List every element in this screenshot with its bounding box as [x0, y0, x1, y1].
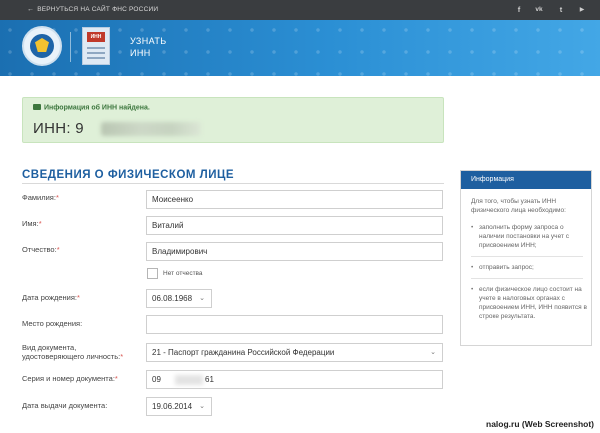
inn-result: ИНН: 9	[33, 120, 84, 137]
doc-number-label-text: Серия и номер документа:	[22, 374, 115, 383]
name-input[interactable]: Виталий	[146, 216, 443, 235]
info-separator	[471, 256, 583, 257]
doc-type-label-line2: удостоверяющего личность:*	[22, 352, 123, 361]
doc-number-input[interactable]: 09 61	[146, 370, 443, 389]
name-label-text: Имя:	[22, 219, 39, 228]
birthdate-value: 06.08.1968	[152, 294, 193, 303]
surname-input[interactable]: Моисеенко	[146, 190, 443, 209]
doc-type-value: 21 - Паспорт гражданина Российской Федер…	[152, 348, 335, 357]
doc-issue-date-select[interactable]: 19.06.2014 ⌄	[146, 397, 212, 416]
info-list: заполнить форму запроса о наличии постан…	[471, 223, 589, 327]
info-separator	[471, 278, 583, 279]
doc-line	[87, 57, 105, 59]
back-link-label: ВЕРНУТЬСЯ НА САЙТ ФНС РОССИИ	[37, 6, 159, 13]
service-header: ИНН УЗНАТЬ ИНН	[0, 20, 600, 76]
surname-label-text: Фамилия:	[22, 193, 56, 202]
info-list-item: заполнить форму запроса о наличии постан…	[471, 223, 589, 250]
required-mark: *	[38, 219, 42, 228]
patronymic-label-text: Отчество:	[22, 245, 57, 254]
inn-doc-badge: ИНН	[87, 32, 105, 42]
doc-line	[87, 52, 105, 54]
alert-message: Информация об ИНН найдена.	[33, 104, 150, 112]
name-label: Имя:*	[22, 219, 42, 228]
required-mark: *	[56, 245, 60, 254]
doc-number-label: Серия и номер документа:*	[22, 374, 118, 383]
required-mark: *	[77, 293, 80, 302]
birthdate-select[interactable]: 06.08.1968 ⌄	[146, 289, 212, 308]
required-mark: *	[114, 374, 118, 383]
vk-icon[interactable]: vk	[533, 0, 545, 20]
doc-issue-date-label: Дата выдачи документа:	[22, 401, 108, 410]
required-mark: *	[120, 352, 124, 361]
birthdate-label-text: Дата рождения:	[22, 293, 77, 302]
no-patronymic-label: Нет отчества	[163, 270, 203, 277]
surname-label: Фамилия:*	[22, 193, 59, 202]
chevron-down-icon: ⌄	[199, 295, 205, 302]
info-panel-title: Информация	[461, 171, 591, 189]
section-title: СВЕДЕНИЯ О ФИЗИЧЕСКОМ ЛИЦЕ	[22, 169, 235, 181]
twitter-icon[interactable]: t	[555, 0, 567, 20]
info-list-item: если физическое лицо состоит на учете в …	[471, 285, 589, 321]
gift-icon	[33, 104, 41, 110]
info-intro: Для того, чтобы узнать ИНН физического л…	[471, 198, 566, 214]
header-divider	[70, 32, 71, 62]
no-patronymic-checkbox[interactable]	[147, 268, 158, 279]
doc-type-label-line1: Вид документа,	[22, 343, 77, 352]
chevron-down-icon: ⌄	[199, 403, 205, 410]
image-credit: nalog.ru (Web Screenshot)	[486, 419, 594, 429]
required-mark: *	[55, 193, 59, 202]
inn-redacted-blur	[101, 122, 201, 136]
inn-found-alert: Информация об ИНН найдена. ИНН: 9	[22, 97, 444, 143]
chevron-down-icon: ⌄	[430, 349, 436, 356]
doc-number-redacted	[175, 375, 203, 385]
doc-line	[87, 47, 105, 49]
youtube-icon[interactable]: ▶	[576, 0, 588, 20]
birthplace-input[interactable]	[146, 315, 443, 334]
facebook-icon[interactable]: f	[513, 0, 525, 20]
back-to-fns-link[interactable]: ← ВЕРНУТЬСЯ НА САЙТ ФНС РОССИИ	[27, 0, 158, 20]
alert-message-text: Информация об ИНН найдена.	[44, 104, 150, 112]
doc-number-end: 61	[205, 375, 214, 384]
doc-type-label: Вид документа, удостоверяющего личность:*	[22, 343, 123, 361]
patronymic-input[interactable]: Владимирович	[146, 242, 443, 261]
patronymic-label: Отчество:*	[22, 245, 60, 254]
doc-type-select[interactable]: 21 - Паспорт гражданина Российской Федер…	[146, 343, 443, 362]
service-title: УЗНАТЬ ИНН	[130, 35, 210, 59]
birthplace-label: Место рождения:	[22, 319, 83, 328]
doc-series-value: 09	[152, 375, 161, 384]
fns-emblem-logo[interactable]	[22, 26, 62, 66]
doc-type-label-line2-text: удостоверяющего личность:	[22, 352, 121, 361]
info-panel: Информация Для того, чтобы узнать ИНН фи…	[460, 170, 592, 346]
top-bar: ← ВЕРНУТЬСЯ НА САЙТ ФНС РОССИИ f vk t ▶	[0, 0, 600, 20]
arrow-left-icon: ←	[27, 6, 35, 13]
inn-document-icon: ИНН	[82, 27, 110, 65]
section-divider	[22, 183, 444, 184]
service-title-line1: УЗНАТЬ	[130, 36, 167, 46]
service-title-line2: ИНН	[130, 48, 151, 58]
info-list-item: отправить запрос;	[471, 263, 589, 272]
birthdate-label: Дата рождения:*	[22, 293, 80, 302]
doc-issue-date-value: 19.06.2014	[152, 402, 193, 411]
